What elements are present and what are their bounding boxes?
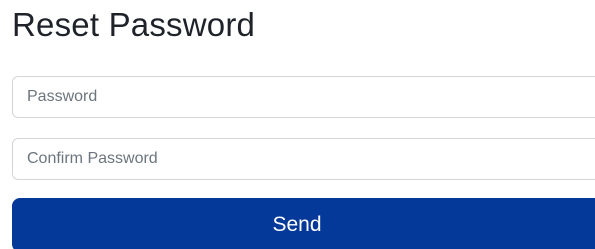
reset-password-page: Reset Password Send [0, 0, 595, 249]
confirm-password-field[interactable] [12, 138, 595, 180]
password-field[interactable] [12, 76, 595, 118]
page-title: Reset Password [12, 6, 256, 43]
send-button[interactable]: Send [12, 198, 595, 249]
